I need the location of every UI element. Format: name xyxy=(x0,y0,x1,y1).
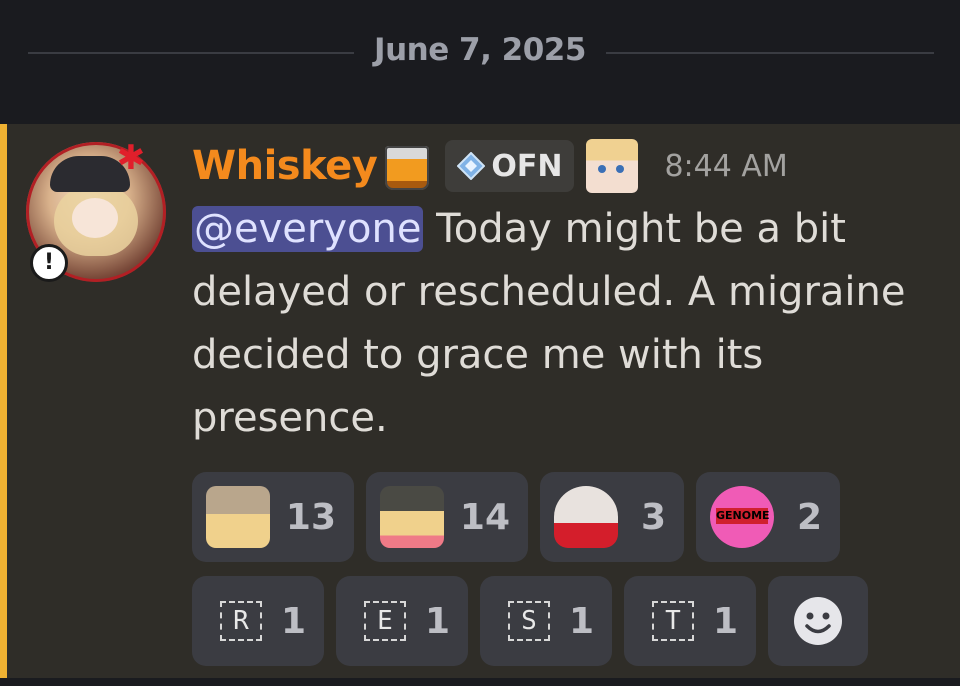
username[interactable]: Whiskey xyxy=(192,143,378,189)
reactions-bar: 13 14 3 GENOME 2 R 1 E 1 S 1 T 1 xyxy=(192,472,912,680)
letter-e-emoji: E xyxy=(364,601,406,641)
pink-heart-emoji: GENOME xyxy=(710,486,774,548)
whiskey-glass-icon xyxy=(381,140,431,192)
reaction-button[interactable]: E 1 xyxy=(336,576,468,666)
avatar-face xyxy=(72,198,118,238)
add-reaction-button[interactable] xyxy=(768,576,868,666)
reaction-count: 1 xyxy=(568,600,594,642)
smiley-icon xyxy=(794,597,842,645)
message-content: @everyone Today might be a bit delayed o… xyxy=(192,198,922,450)
role-icon[interactable] xyxy=(586,139,639,193)
anger-mark-icon: ✱ xyxy=(116,138,146,178)
reaction-count: 2 xyxy=(796,496,822,538)
reaction-count: 1 xyxy=(424,600,450,642)
reaction-button[interactable]: R 1 xyxy=(192,576,324,666)
reaction-count: 14 xyxy=(459,496,510,538)
reactions-row-1: 13 14 3 GENOME 2 xyxy=(192,472,912,562)
message-timestamp[interactable]: 8:44 AM xyxy=(664,149,787,184)
bottom-strip xyxy=(0,678,960,686)
divider-line-left xyxy=(28,52,354,54)
role-icon-eye-left xyxy=(598,165,607,173)
hand-on-head-emoji xyxy=(206,486,270,548)
mention-everyone[interactable]: @everyone xyxy=(192,206,424,252)
date-divider: June 7, 2025 xyxy=(0,0,960,124)
reaction-button[interactable]: T 1 xyxy=(624,576,756,666)
mention-highlight-bar xyxy=(0,124,7,678)
exclamation-icon: ! xyxy=(30,244,68,282)
reaction-count: 3 xyxy=(640,496,666,538)
letter-r-emoji: R xyxy=(220,601,262,641)
reactions-row-2: R 1 E 1 S 1 T 1 xyxy=(192,576,912,666)
reaction-button[interactable]: 14 xyxy=(366,472,528,562)
server-tag[interactable]: OFN xyxy=(445,140,575,192)
letter-s-emoji: S xyxy=(508,601,550,641)
letter-t-emoji: T xyxy=(652,601,694,641)
reaction-count: 13 xyxy=(285,496,336,538)
heart-hug-emoji xyxy=(380,486,444,548)
pink-heart-label: GENOME xyxy=(716,508,770,524)
server-tag-label: OFN xyxy=(491,148,563,184)
reaction-button[interactable]: 3 xyxy=(540,472,684,562)
divider-date: June 7, 2025 xyxy=(374,32,586,68)
reaction-button[interactable]: GENOME 2 xyxy=(696,472,840,562)
message-header: Whiskey OFN 8:44 AM xyxy=(192,138,788,194)
reaction-button[interactable]: S 1 xyxy=(480,576,612,666)
avatar[interactable]: ✱ ! xyxy=(22,138,170,286)
message[interactable]: ✱ ! Whiskey OFN 8:44 AM @everyone Today … xyxy=(0,124,960,678)
reaction-count: 1 xyxy=(712,600,738,642)
role-icon-eye-right xyxy=(616,165,625,173)
diamond-icon xyxy=(457,152,486,180)
reaction-count: 1 xyxy=(280,600,306,642)
reaction-button[interactable]: 13 xyxy=(192,472,354,562)
divider-line-right xyxy=(606,52,934,54)
heart-girl-emoji xyxy=(554,486,618,548)
